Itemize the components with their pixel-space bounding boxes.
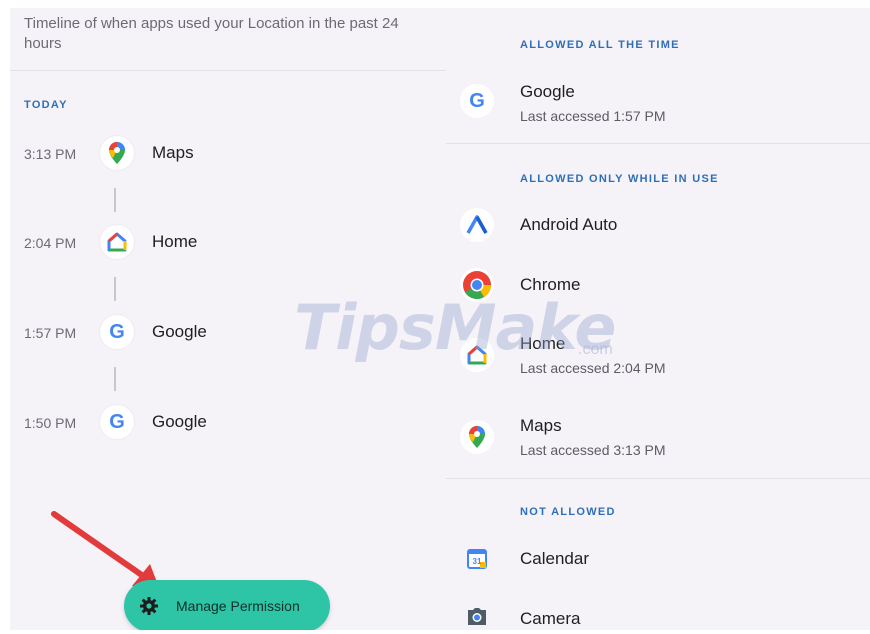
home-icon xyxy=(100,225,134,259)
google-icon: G xyxy=(100,315,134,349)
timeline-time: 1:57 PM xyxy=(24,325,77,341)
app-row-chrome[interactable]: Chrome xyxy=(446,266,870,322)
camera-icon xyxy=(460,600,494,630)
section-label-allowed-while-in-use: ALLOWED ONLY WHILE IN USE xyxy=(520,173,719,185)
app-row-maps[interactable]: Maps Last accessed 3:13 PM xyxy=(446,408,870,464)
app-row-calendar[interactable]: 31 Calendar xyxy=(446,540,870,596)
timeline-connector xyxy=(114,367,116,391)
app-row-google[interactable]: G Google Last accessed 1:57 PM xyxy=(446,72,870,128)
gear-icon xyxy=(138,595,160,617)
section-label-today: TODAY xyxy=(24,99,68,111)
android-auto-icon xyxy=(460,208,494,242)
divider xyxy=(10,70,446,71)
timeline-time: 1:50 PM xyxy=(24,415,77,431)
maps-icon xyxy=(460,420,494,454)
timeline-entry-maps[interactable]: 3:13 PM Maps xyxy=(10,134,446,174)
maps-icon xyxy=(100,136,134,170)
manage-permission-button[interactable]: Manage Permission xyxy=(124,580,330,630)
app-name: Chrome xyxy=(520,275,581,294)
app-permissions-panel: ALLOWED ALL THE TIME G Google Last acces… xyxy=(446,8,870,630)
timeline-app-name: Google xyxy=(152,322,207,341)
app-row-home[interactable]: Home Last accessed 2:04 PM xyxy=(446,326,870,382)
section-label-not-allowed: NOT ALLOWED xyxy=(520,506,616,518)
google-icon: G xyxy=(460,84,494,118)
timeline-panel: Timeline of when apps used your Location… xyxy=(10,8,446,630)
app-name: Camera xyxy=(520,609,581,628)
timeline-time: 2:04 PM xyxy=(24,235,77,251)
google-icon: G xyxy=(100,405,134,439)
timeline-time: 3:13 PM xyxy=(24,146,77,162)
app-row-android-auto[interactable]: Android Auto xyxy=(446,206,870,262)
app-name: Android Auto xyxy=(520,215,618,234)
timeline-entry-google[interactable]: 1:50 PM G Google xyxy=(10,403,446,443)
timeline-entry-google[interactable]: 1:57 PM G Google xyxy=(10,313,446,353)
timeline-description: Timeline of when apps used your Location… xyxy=(24,15,399,52)
app-last-accessed: Last accessed 1:57 PM xyxy=(520,108,666,124)
calendar-icon: 31 xyxy=(460,542,494,576)
app-name: Calendar xyxy=(520,549,589,568)
app-row-camera[interactable]: Camera xyxy=(446,600,870,630)
manage-permission-label: Manage Permission xyxy=(176,598,300,614)
divider xyxy=(446,478,870,479)
timeline-app-name: Google xyxy=(152,412,207,431)
divider xyxy=(446,143,870,144)
timeline-connector xyxy=(114,188,116,212)
timeline-connector xyxy=(114,277,116,301)
app-name: Google xyxy=(520,82,575,101)
chrome-icon xyxy=(460,268,494,302)
timeline-app-name: Home xyxy=(152,232,198,251)
timeline-app-name: Maps xyxy=(152,143,194,162)
section-label-allowed-all-time: ALLOWED ALL THE TIME xyxy=(520,39,680,51)
timeline-entry-home[interactable]: 2:04 PM Home xyxy=(10,223,446,263)
app-name: Home xyxy=(520,334,566,353)
home-icon xyxy=(460,338,494,372)
app-name: Maps xyxy=(520,416,562,435)
svg-text:31: 31 xyxy=(473,557,482,566)
app-last-accessed: Last accessed 3:13 PM xyxy=(520,442,666,458)
location-permissions-screen: Timeline of when apps used your Location… xyxy=(10,8,870,630)
app-last-accessed: Last accessed 2:04 PM xyxy=(520,360,666,376)
